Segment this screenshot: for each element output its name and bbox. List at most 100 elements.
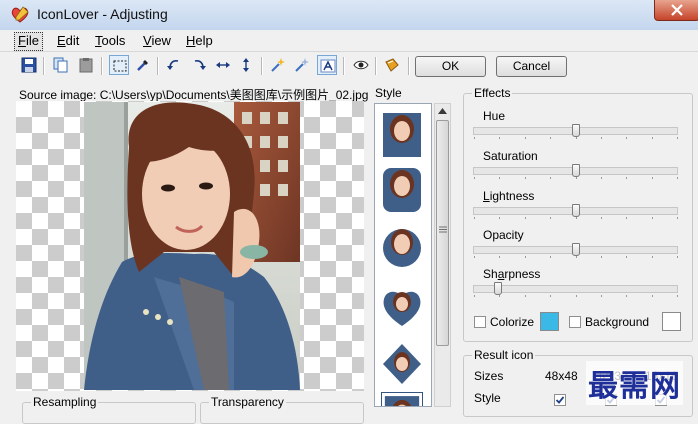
saturation-slider-knob[interactable] [571, 164, 580, 177]
flip-vertical-button[interactable] [236, 55, 256, 75]
zoom-out-button[interactable] [292, 55, 312, 75]
hue-slider[interactable] [473, 124, 678, 139]
lightness-label: Lightness [483, 189, 535, 203]
style-scrollbar[interactable] [434, 103, 451, 407]
magic-wand-remove-icon [295, 58, 309, 72]
slider-tick [600, 137, 602, 139]
slider-tick [474, 256, 475, 258]
rotate-left-button[interactable] [164, 55, 184, 75]
colorize-checkbox[interactable] [474, 316, 486, 328]
slider-tick [524, 177, 526, 179]
slider-tick [524, 217, 526, 219]
menu-view[interactable]: View [140, 32, 174, 49]
auto-adjust-icon [320, 59, 336, 73]
cancel-button[interactable]: Cancel [496, 56, 567, 77]
lightness-slider[interactable] [473, 204, 678, 219]
slider-tick [575, 217, 577, 219]
save-button[interactable] [19, 55, 39, 75]
slider-tick [474, 295, 475, 297]
slider-tick [600, 217, 602, 219]
zoom-in-button[interactable] [268, 55, 288, 75]
style-48-checkbox[interactable] [554, 394, 566, 406]
resampling-group: Resampling [22, 395, 196, 424]
background-color-swatch[interactable] [662, 312, 681, 331]
scroll-up-arrow-icon[interactable] [438, 108, 447, 114]
paste-icon [79, 58, 93, 73]
menu-help[interactable]: Help [183, 32, 216, 49]
select-rect-button[interactable] [109, 55, 129, 75]
copy-button[interactable] [51, 55, 71, 75]
flip-vertical-icon [243, 58, 249, 72]
slider-tick [626, 295, 628, 297]
hue-label: Hue [483, 109, 506, 123]
preview-canvas[interactable] [16, 101, 364, 391]
style-label: Style [375, 86, 402, 100]
close-button[interactable] [654, 0, 698, 21]
slider-tick [499, 295, 501, 297]
library-button[interactable] [382, 55, 402, 75]
style-thumbnail-heart[interactable] [381, 280, 423, 332]
slider-tick [600, 177, 602, 179]
slider-tick [499, 256, 501, 258]
slider-tick [499, 217, 501, 219]
slider-tick [651, 256, 653, 258]
result-icon-title: Result icon [472, 348, 536, 362]
site-watermark: 最需网 [586, 361, 683, 405]
pick-color-button[interactable] [133, 55, 153, 75]
menu-file[interactable]: File [14, 32, 43, 51]
scroll-thumb[interactable] [436, 120, 449, 346]
flip-horizontal-button[interactable] [213, 55, 233, 75]
slider-tick [474, 137, 475, 139]
magic-wand-add-icon [271, 58, 285, 72]
slider-tick [626, 137, 628, 139]
transparency-group: Transparency [200, 395, 364, 424]
sharpness-slider-knob[interactable] [494, 282, 503, 295]
colorize-label: Colorize [490, 315, 535, 329]
style-thumbnail-rounded[interactable] [381, 164, 423, 216]
menu-edit[interactable]: Edit [54, 32, 82, 49]
slider-tick [474, 217, 475, 219]
slider-tick [677, 295, 678, 297]
source-photo [84, 102, 300, 390]
slider-tick [600, 295, 602, 297]
window-title: IconLover - Adjusting [37, 6, 168, 22]
flip-horizontal-icon [216, 62, 230, 68]
auto-adjust-button[interactable] [317, 55, 337, 75]
ok-button[interactable]: OK [415, 56, 486, 77]
rotate-right-button[interactable] [189, 55, 209, 75]
source-preview-pane: Source image: C:\Users\yp\Documents\美图图库… [14, 83, 368, 424]
slider-tick [550, 256, 552, 258]
style-pane: Style [370, 83, 453, 407]
slider-tick [524, 256, 526, 258]
preview-button[interactable] [351, 55, 371, 75]
colorize-color-swatch[interactable] [540, 312, 559, 331]
slider-tick [677, 137, 678, 139]
style-thumbnail-selected[interactable] [381, 392, 423, 407]
paste-button[interactable] [76, 55, 96, 75]
slider-tick [575, 256, 577, 258]
sharpness-slider[interactable] [473, 282, 678, 297]
slider-tick [550, 217, 552, 219]
opacity-label: Opacity [483, 228, 524, 242]
style-thumbnail-square[interactable] [381, 109, 423, 161]
menu-tools[interactable]: Tools [92, 32, 128, 49]
slider-tick [677, 256, 678, 258]
saturation-label: Saturation [483, 149, 538, 163]
lightness-slider-knob[interactable] [571, 204, 580, 217]
toolbar: OK Cancel [0, 52, 698, 80]
slider-tick [575, 137, 577, 139]
eye-icon [353, 60, 369, 70]
slider-tick [626, 217, 628, 219]
saturation-slider[interactable] [473, 164, 678, 179]
opacity-slider[interactable] [473, 243, 678, 258]
rectangle-select-icon [113, 60, 127, 72]
effects-title: Effects [472, 86, 513, 100]
opacity-slider-knob[interactable] [571, 243, 580, 256]
style-thumbnail-diamond[interactable] [381, 338, 423, 390]
background-checkbox[interactable] [569, 316, 581, 328]
slider-tick [575, 295, 577, 297]
style-thumbnail-circle[interactable] [381, 222, 423, 274]
hue-slider-knob[interactable] [571, 124, 580, 137]
effects-group: Effects Hue Saturation Lightness Opacity… [463, 86, 693, 342]
style-thumbnail-list[interactable] [374, 103, 432, 407]
